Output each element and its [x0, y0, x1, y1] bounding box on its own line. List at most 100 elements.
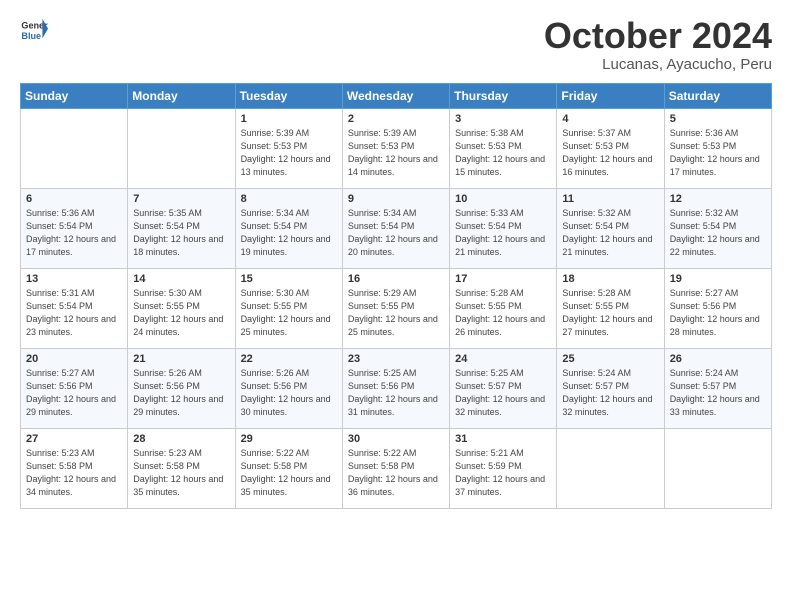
day-info: Sunrise: 5:30 AMSunset: 5:55 PMDaylight:… — [133, 287, 229, 339]
calendar-week-row: 20Sunrise: 5:27 AMSunset: 5:56 PMDayligh… — [21, 348, 772, 428]
day-number: 7 — [133, 193, 229, 205]
day-number: 29 — [241, 433, 337, 445]
day-number: 4 — [562, 113, 658, 125]
day-number: 10 — [455, 193, 551, 205]
day-info: Sunrise: 5:36 AMSunset: 5:53 PMDaylight:… — [670, 127, 766, 179]
day-info: Sunrise: 5:32 AMSunset: 5:54 PMDaylight:… — [562, 207, 658, 259]
calendar-day-cell: 10Sunrise: 5:33 AMSunset: 5:54 PMDayligh… — [450, 188, 557, 268]
weekday-header-saturday: Saturday — [664, 83, 771, 108]
calendar-day-cell: 21 Sunrise: 5:26 AMSunset: 5:56 PMDayligh… — [128, 348, 235, 428]
day-info: Sunrise: 5:39 AMSunset: 5:53 PMDaylight:… — [241, 127, 337, 179]
day-info: Sunrise: 5:31 AMSunset: 5:54 PMDaylight:… — [26, 287, 122, 339]
calendar-day-cell: 9Sunrise: 5:34 AMSunset: 5:54 PMDaylight… — [342, 188, 449, 268]
weekday-header-tuesday: Tuesday — [235, 83, 342, 108]
weekday-header-wednesday: Wednesday — [342, 83, 449, 108]
calendar-day-cell: 13 Sunrise: 5:31 AMSunset: 5:54 PMDayligh… — [21, 268, 128, 348]
day-info: Sunrise: 5:25 AMSunset: 5:57 PMDaylight:… — [455, 367, 551, 419]
calendar-week-row: 27 Sunrise: 5:23 AMSunset: 5:58 PMDayligh… — [21, 428, 772, 508]
day-number: 3 — [455, 113, 551, 125]
day-info: Sunrise: 5:32 AMSunset: 5:54 PMDaylight:… — [670, 207, 766, 259]
day-info: Sunrise: 5:27 AMSunset: 5:56 PMDaylight:… — [670, 287, 766, 339]
calendar-day-cell: 28 Sunrise: 5:23 AMSunset: 5:58 PMDayligh… — [128, 428, 235, 508]
day-number: 16 — [348, 273, 444, 285]
day-info: Sunrise: 5:30 AMSunset: 5:55 PMDaylight:… — [241, 287, 337, 339]
svg-text:Blue: Blue — [21, 31, 41, 41]
day-number: 18 — [562, 273, 658, 285]
calendar-day-cell: 19 Sunrise: 5:27 AMSunset: 5:56 PMDayligh… — [664, 268, 771, 348]
calendar-day-cell: 12 Sunrise: 5:32 AMSunset: 5:54 PMDayligh… — [664, 188, 771, 268]
calendar-day-cell: 24 Sunrise: 5:25 AMSunset: 5:57 PMDayligh… — [450, 348, 557, 428]
calendar-day-cell: 17 Sunrise: 5:28 AMSunset: 5:55 PMDayligh… — [450, 268, 557, 348]
day-number: 1 — [241, 113, 337, 125]
day-info: Sunrise: 5:38 AMSunset: 5:53 PMDaylight:… — [455, 127, 551, 179]
day-number: 17 — [455, 273, 551, 285]
day-info: Sunrise: 5:26 AMSunset: 5:56 PMDaylight:… — [241, 367, 337, 419]
day-info: Sunrise: 5:26 AMSunset: 5:56 PMDaylight:… — [133, 367, 229, 419]
day-number: 31 — [455, 433, 551, 445]
day-number: 14 — [133, 273, 229, 285]
calendar-day-cell: 6 Sunrise: 5:36 AMSunset: 5:54 PMDaylight… — [21, 188, 128, 268]
calendar-day-cell: 11 Sunrise: 5:32 AMSunset: 5:54 PMDayligh… — [557, 188, 664, 268]
day-number: 23 — [348, 353, 444, 365]
day-number: 21 — [133, 353, 229, 365]
day-number: 22 — [241, 353, 337, 365]
day-info: Sunrise: 5:35 AMSunset: 5:54 PMDaylight:… — [133, 207, 229, 259]
calendar-day-cell: 2Sunrise: 5:39 AMSunset: 5:53 PMDaylight… — [342, 108, 449, 188]
empty-calendar-cell — [128, 108, 235, 188]
calendar-day-cell: 30 Sunrise: 5:22 AMSunset: 5:58 PMDayligh… — [342, 428, 449, 508]
day-info: Sunrise: 5:34 AMSunset: 5:54 PMDaylight:… — [241, 207, 337, 259]
calendar-day-cell: 7 Sunrise: 5:35 AMSunset: 5:54 PMDaylight… — [128, 188, 235, 268]
calendar-day-cell: 14 Sunrise: 5:30 AMSunset: 5:55 PMDayligh… — [128, 268, 235, 348]
day-number: 25 — [562, 353, 658, 365]
weekday-header-thursday: Thursday — [450, 83, 557, 108]
header-row: GeneralBlue October 2024 Lucanas, Ayacuc… — [20, 16, 772, 73]
logo: GeneralBlue — [20, 16, 48, 44]
day-info: Sunrise: 5:36 AMSunset: 5:54 PMDaylight:… — [26, 207, 122, 259]
day-number: 26 — [670, 353, 766, 365]
day-info: Sunrise: 5:29 AMSunset: 5:55 PMDaylight:… — [348, 287, 444, 339]
calendar-week-row: 6 Sunrise: 5:36 AMSunset: 5:54 PMDaylight… — [21, 188, 772, 268]
calendar-week-row: 13 Sunrise: 5:31 AMSunset: 5:54 PMDayligh… — [21, 268, 772, 348]
day-number: 12 — [670, 193, 766, 205]
title-block: October 2024 Lucanas, Ayacucho, Peru — [544, 16, 772, 73]
day-info: Sunrise: 5:39 AMSunset: 5:53 PMDaylight:… — [348, 127, 444, 179]
empty-calendar-cell — [664, 428, 771, 508]
day-info: Sunrise: 5:23 AMSunset: 5:58 PMDaylight:… — [133, 447, 229, 499]
day-number: 11 — [562, 193, 658, 205]
calendar-day-cell: 27Sunrise: 5:23 AMSunset: 5:58 PMDayligh… — [21, 428, 128, 508]
calendar-day-cell: 23 Sunrise: 5:25 AMSunset: 5:56 PMDayligh… — [342, 348, 449, 428]
day-number: 24 — [455, 353, 551, 365]
calendar-day-cell: 16 Sunrise: 5:29 AMSunset: 5:55 PMDayligh… — [342, 268, 449, 348]
day-number: 19 — [670, 273, 766, 285]
calendar-day-cell: 31 Sunrise: 5:21 AMSunset: 5:59 PMDayligh… — [450, 428, 557, 508]
calendar-day-cell: 18Sunrise: 5:28 AMSunset: 5:55 PMDayligh… — [557, 268, 664, 348]
calendar-day-cell: 26 Sunrise: 5:24 AMSunset: 5:57 PMDayligh… — [664, 348, 771, 428]
day-number: 30 — [348, 433, 444, 445]
calendar-day-cell: 25 Sunrise: 5:24 AMSunset: 5:57 PMDayligh… — [557, 348, 664, 428]
calendar-day-cell: 22 Sunrise: 5:26 AMSunset: 5:56 PMDayligh… — [235, 348, 342, 428]
month-title: October 2024 — [544, 16, 772, 56]
day-number: 27 — [26, 433, 122, 445]
day-number: 13 — [26, 273, 122, 285]
day-info: Sunrise: 5:21 AMSunset: 5:59 PMDaylight:… — [455, 447, 551, 499]
day-info: Sunrise: 5:28 AMSunset: 5:55 PMDaylight:… — [455, 287, 551, 339]
empty-calendar-cell — [21, 108, 128, 188]
empty-calendar-cell — [557, 428, 664, 508]
day-info: Sunrise: 5:25 AMSunset: 5:56 PMDaylight:… — [348, 367, 444, 419]
day-number: 6 — [26, 193, 122, 205]
day-info: Sunrise: 5:22 AMSunset: 5:58 PMDaylight:… — [348, 447, 444, 499]
day-info: Sunrise: 5:24 AMSunset: 5:57 PMDaylight:… — [562, 367, 658, 419]
day-info: Sunrise: 5:27 AMSunset: 5:56 PMDaylight:… — [26, 367, 122, 419]
calendar-day-cell: 20Sunrise: 5:27 AMSunset: 5:56 PMDayligh… — [21, 348, 128, 428]
day-number: 5 — [670, 113, 766, 125]
day-info: Sunrise: 5:22 AMSunset: 5:58 PMDaylight:… — [241, 447, 337, 499]
location-subtitle: Lucanas, Ayacucho, Peru — [544, 56, 772, 73]
weekday-header-row: SundayMondayTuesdayWednesdayThursdayFrid… — [21, 83, 772, 108]
page: GeneralBlue October 2024 Lucanas, Ayacuc… — [0, 0, 792, 612]
day-info: Sunrise: 5:24 AMSunset: 5:57 PMDaylight:… — [670, 367, 766, 419]
day-number: 28 — [133, 433, 229, 445]
day-number: 8 — [241, 193, 337, 205]
weekday-header-friday: Friday — [557, 83, 664, 108]
calendar-week-row: 1 Sunrise: 5:39 AMSunset: 5:53 PMDaylight… — [21, 108, 772, 188]
calendar-day-cell: 15Sunrise: 5:30 AMSunset: 5:55 PMDayligh… — [235, 268, 342, 348]
